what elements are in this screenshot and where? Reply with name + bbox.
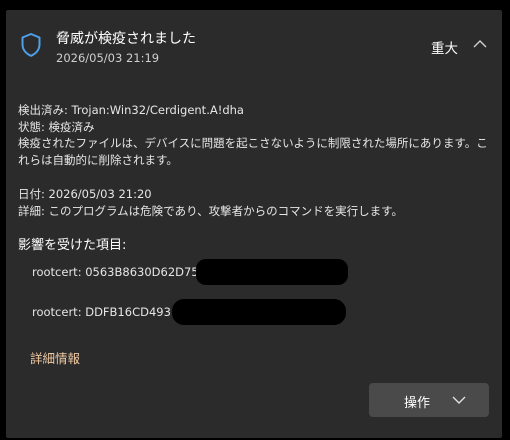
detected-line: 検出済み: Trojan:Win32/Cerdigent.A!dha bbox=[18, 103, 244, 117]
alert-timestamp: 2026/05/03 21:19 bbox=[56, 51, 160, 65]
redaction-mark bbox=[172, 299, 346, 325]
detection-info: 検出済み: Trojan:Win32/Cerdigent.A!dha 状態: 検… bbox=[18, 102, 488, 168]
redaction-mark bbox=[196, 259, 348, 285]
shield-icon bbox=[21, 33, 41, 57]
more-info-link[interactable]: 詳細情報 bbox=[30, 348, 80, 367]
severity-label: 重大 bbox=[431, 41, 458, 57]
affected-items-title: 影響を受けた項目: bbox=[18, 238, 127, 253]
event-info: 日付: 2026/05/03 21:20 詳細: このプログラムは危険であり、攻… bbox=[18, 186, 488, 219]
actions-button-label: 操作 bbox=[404, 396, 431, 411]
actions-button[interactable]: 操作 bbox=[369, 383, 489, 417]
alert-title: 脅威が検疫されました bbox=[56, 31, 196, 47]
chevron-up-icon[interactable] bbox=[472, 38, 488, 50]
detail-line: 詳細: このプログラムは危険であり、攻撃者からのコマンドを実行します。 bbox=[18, 203, 403, 218]
date-line: 日付: 2026/05/03 21:20 bbox=[18, 187, 152, 201]
chevron-down-icon bbox=[452, 396, 466, 404]
description-text: 検疫されたファイルは、デバイスに問題を起こさないように制限された場所にあります。… bbox=[18, 136, 488, 167]
status-line: 状態: 検疫済み bbox=[18, 119, 95, 134]
threat-alert-card: 脅威が検疫されました 2026/05/03 21:19 重大 検出済み: Tro… bbox=[6, 10, 502, 438]
